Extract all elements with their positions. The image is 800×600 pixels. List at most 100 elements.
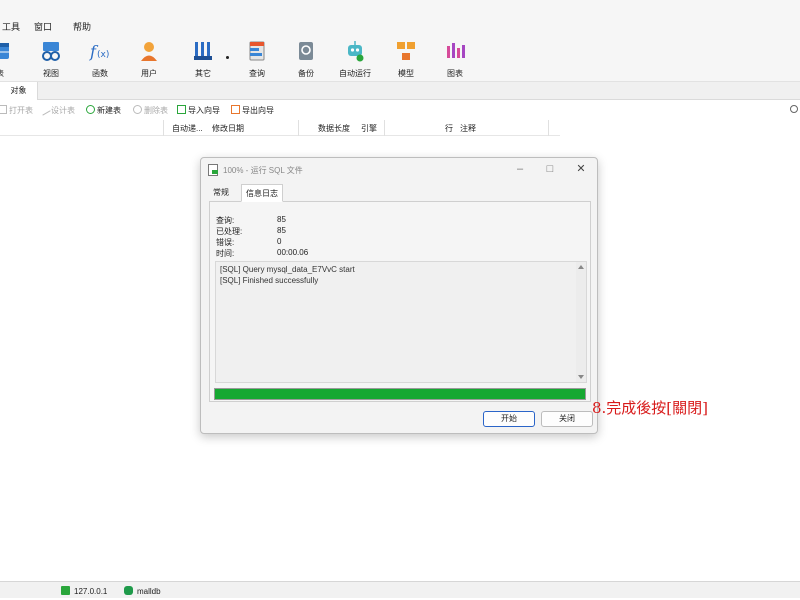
stat-processed-label: 已处理: [216, 227, 243, 236]
column-separator [548, 120, 549, 136]
ribbon-user-button[interactable]: 用户 [127, 38, 171, 80]
ribbon-model-button[interactable]: 模型 [384, 38, 428, 80]
log-line: [SQL] Finished successfully [220, 276, 319, 285]
tab-objects[interactable]: 对象 [0, 82, 38, 100]
export-wizard-button[interactable]: 导出向导 [231, 105, 274, 116]
stat-processed-value: 85 [277, 226, 286, 235]
dialog-title: 100% - 运行 SQL 文件 [223, 166, 303, 175]
new-table-label: 新建表 [97, 106, 121, 115]
stat-queries-label: 查询: [216, 216, 235, 225]
minimize-icon[interactable]: – [513, 162, 527, 176]
column-data-length[interactable]: 数据长度 [318, 123, 350, 134]
pencil-icon [38, 103, 51, 116]
design-table-label: 设计表 [51, 106, 75, 115]
menu-bar: 工具 窗口 帮助 [0, 0, 800, 36]
tab-strip: 对象 [0, 82, 800, 100]
ribbon-model-label: 模型 [398, 69, 414, 78]
import-icon [177, 105, 186, 114]
user-icon [141, 42, 157, 61]
stat-time-label: 时间: [216, 249, 235, 258]
plus-circle-icon [86, 105, 95, 114]
ribbon-view-button[interactable]: 视图 [29, 38, 73, 80]
menu-tools[interactable]: 工具 [2, 20, 20, 33]
status-connection-label: 127.0.0.1 [74, 587, 108, 596]
status-database-label: malldb [137, 587, 161, 596]
ribbon-automation-label: 自动运行 [339, 69, 371, 78]
ribbon-user-label: 用户 [141, 69, 157, 78]
open-table-label: 打开表 [9, 106, 33, 115]
maximize-icon[interactable]: □ [543, 162, 557, 176]
ribbon-view-label: 视图 [43, 69, 59, 78]
more-dropdown-indicator[interactable] [226, 56, 229, 59]
connection-icon [61, 586, 70, 595]
stat-queries-value: 85 [277, 215, 286, 224]
chart-icon [447, 43, 465, 58]
open-table-icon [0, 105, 7, 114]
ribbon-query-label: 查询 [249, 69, 265, 78]
delete-table-label: 删除表 [144, 106, 168, 115]
stat-errors-value: 0 [277, 237, 282, 246]
ribbon-query-button[interactable]: 查询 [235, 38, 279, 80]
log-line: [SQL] Query mysql_data_E7VvC start [220, 265, 355, 274]
tab-general[interactable]: 常规 [209, 184, 233, 202]
progress-bar [214, 388, 586, 400]
new-table-button[interactable]: 新建表 [86, 105, 121, 116]
ribbon-automation-button[interactable]: 自动运行 [333, 38, 377, 80]
backup-icon [299, 42, 313, 60]
export-wizard-label: 导出向导 [242, 106, 274, 115]
start-button[interactable]: 开始 [483, 411, 535, 427]
robot-icon [348, 41, 364, 62]
menu-window[interactable]: 窗口 [34, 20, 52, 33]
progress-fill [215, 389, 585, 399]
scroll-up-icon[interactable] [578, 265, 584, 269]
table-icon [0, 43, 9, 59]
ribbon-backup-button[interactable]: 备份 [284, 38, 328, 80]
tab-message-log[interactable]: 信息日志 [241, 184, 283, 202]
status-database: malldb [124, 586, 161, 596]
ribbon-function-label: 函数 [92, 69, 108, 78]
column-separator [384, 120, 385, 136]
stat-time-value: 00:00.06 [277, 248, 309, 257]
query-icon [249, 41, 265, 61]
function-icon: f (x) [89, 42, 109, 61]
column-comment[interactable]: 注释 [460, 123, 476, 134]
ribbon-table-label: 表 [0, 68, 22, 79]
svg-text:(x): (x) [97, 50, 109, 60]
log-scrollbar[interactable] [576, 262, 586, 382]
scroll-down-icon[interactable] [578, 375, 584, 379]
open-table-button[interactable]: 打开表 [0, 105, 33, 116]
dialog-tabs: 常规 信息日志 [209, 184, 591, 202]
ribbon-chart-label: 图表 [447, 69, 463, 78]
ribbon-toolbar: 表 视图 f(x) 函数 用户 其它 查询 备份 自动运行 模型 图表 [0, 36, 800, 82]
import-wizard-button[interactable]: 导入向导 [177, 105, 220, 116]
column-engine[interactable]: 引擎 [361, 123, 377, 134]
ribbon-tools-button[interactable]: 其它 [181, 38, 225, 80]
ribbon-backup-label: 备份 [298, 69, 314, 78]
close-button[interactable]: 关闭 [541, 411, 593, 427]
column-rows[interactable]: 行 [445, 123, 453, 134]
design-table-button[interactable]: 设计表 [38, 103, 75, 116]
log-text-area[interactable]: [SQL] Query mysql_data_E7VvC start [SQL]… [215, 261, 587, 383]
ribbon-function-button[interactable]: f (x) 函数 [78, 38, 122, 80]
delete-table-button[interactable]: 删除表 [133, 105, 168, 116]
dialog-title-bar[interactable]: 100% - 运行 SQL 文件 – □ ✕ [201, 158, 597, 182]
ribbon-table-button[interactable]: 表 [0, 38, 22, 80]
status-bar: 127.0.0.1 malldb [0, 581, 800, 598]
close-icon[interactable]: ✕ [574, 162, 588, 176]
search-icon[interactable] [790, 105, 798, 113]
ribbon-chart-button[interactable]: 图表 [433, 38, 477, 80]
stat-errors-label: 错误: [216, 238, 235, 247]
status-connection: 127.0.0.1 [61, 586, 107, 596]
column-modified-date[interactable]: 修改日期 [212, 123, 244, 134]
sql-file-icon [208, 164, 218, 176]
table-column-header: 自动递... 修改日期 数据长度 引擎 行 注释 [0, 120, 560, 136]
column-separator [298, 120, 299, 136]
import-wizard-label: 导入向导 [188, 106, 220, 115]
column-auto-increment[interactable]: 自动递... [172, 123, 203, 134]
column-separator [163, 120, 164, 136]
model-icon [397, 42, 415, 60]
export-icon [231, 105, 240, 114]
menu-help[interactable]: 帮助 [73, 20, 91, 33]
ribbon-tools-label: 其它 [195, 69, 211, 78]
tools-icon [194, 42, 212, 60]
